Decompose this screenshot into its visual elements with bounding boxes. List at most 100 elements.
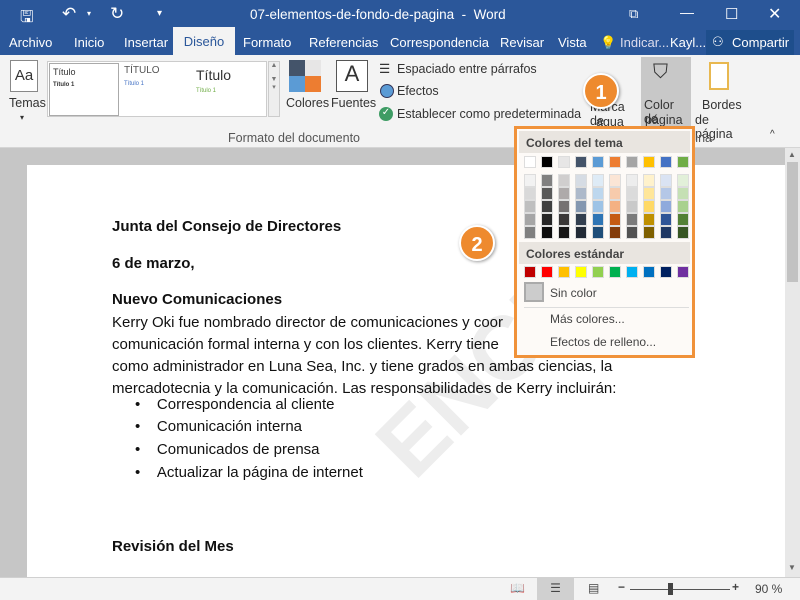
color-swatch[interactable]	[524, 200, 536, 213]
color-swatch[interactable]	[660, 226, 672, 239]
minimize-icon[interactable]: —	[680, 4, 694, 20]
zoom-level[interactable]: 90 %	[755, 582, 782, 596]
set-default-button[interactable]: Establecer como predeterminada	[397, 107, 581, 121]
close-icon[interactable]: ✕	[768, 4, 781, 24]
gallery-scroll[interactable]: ▲ ▼ ▾	[268, 61, 280, 117]
color-swatch[interactable]	[643, 187, 655, 200]
redo-icon[interactable]: ↻	[110, 4, 124, 24]
color-swatch[interactable]	[558, 156, 570, 168]
ribbon-display-icon[interactable]: ⧉	[629, 6, 638, 22]
color-swatch[interactable]	[558, 213, 570, 226]
color-swatch[interactable]	[677, 187, 689, 200]
color-swatch[interactable]	[626, 266, 638, 278]
tab-vista[interactable]: Vista	[558, 35, 587, 50]
color-swatch[interactable]	[524, 187, 536, 200]
color-swatch[interactable]	[541, 213, 553, 226]
color-swatch[interactable]	[575, 266, 587, 278]
color-swatch[interactable]	[643, 266, 655, 278]
undo-dropdown-icon[interactable]: ▾	[87, 9, 91, 18]
tab-revisar[interactable]: Revisar	[500, 35, 544, 50]
color-swatch[interactable]	[592, 187, 604, 200]
color-swatch[interactable]	[541, 187, 553, 200]
tab-formato[interactable]: Formato	[243, 35, 291, 50]
color-swatch[interactable]	[592, 156, 604, 168]
color-swatch[interactable]	[575, 187, 587, 200]
page-color-button[interactable]: ⛉ Color de página	[641, 57, 691, 127]
themes-icon[interactable]: Aa	[10, 60, 38, 92]
color-swatch[interactable]	[643, 213, 655, 226]
color-swatch[interactable]	[660, 187, 672, 200]
tab-archivo[interactable]: Archivo	[9, 35, 52, 50]
color-swatch[interactable]	[643, 156, 655, 168]
style-option-2[interactable]: TÍTULO Título 1	[124, 65, 194, 87]
scroll-down-icon[interactable]: ▼	[788, 563, 796, 572]
themes-button[interactable]: Temas	[9, 96, 46, 110]
undo-icon[interactable]: ↶	[62, 4, 76, 24]
zoom-slider[interactable]	[630, 589, 730, 590]
color-swatch[interactable]	[558, 266, 570, 278]
color-swatch[interactable]	[558, 226, 570, 239]
style-option-1[interactable]: Título Título 1	[49, 63, 119, 116]
color-swatch[interactable]	[609, 156, 621, 168]
color-swatch[interactable]	[643, 226, 655, 239]
color-swatch[interactable]	[660, 174, 672, 187]
color-swatch[interactable]	[524, 213, 536, 226]
color-swatch[interactable]	[609, 266, 621, 278]
color-swatch[interactable]	[643, 174, 655, 187]
color-swatch[interactable]	[677, 156, 689, 168]
customize-qat-icon[interactable]: ▾	[157, 8, 162, 19]
web-layout-icon[interactable]: ▤	[588, 581, 599, 595]
color-swatch[interactable]	[575, 226, 587, 239]
color-swatch[interactable]	[660, 156, 672, 168]
fonts-icon[interactable]: A	[336, 60, 368, 92]
collapse-ribbon-icon[interactable]: ^	[770, 129, 775, 140]
color-swatch[interactable]	[524, 174, 536, 187]
color-swatch[interactable]	[677, 266, 689, 278]
color-swatch[interactable]	[626, 213, 638, 226]
color-swatch[interactable]	[592, 226, 604, 239]
color-swatch[interactable]	[609, 174, 621, 187]
color-swatch[interactable]	[592, 266, 604, 278]
color-swatch[interactable]	[609, 226, 621, 239]
fill-effects-item[interactable]: Efectos de relleno...	[550, 335, 656, 349]
maximize-icon[interactable]: ☐	[725, 5, 738, 23]
tab-referencias[interactable]: Referencias	[309, 35, 378, 50]
color-swatch[interactable]	[626, 226, 638, 239]
fonts-button[interactable]: Fuentes	[331, 96, 376, 110]
vertical-scrollbar[interactable]: ▲ ▼	[785, 148, 800, 577]
paragraph-spacing-button[interactable]: Espaciado entre párrafos	[397, 62, 537, 76]
color-swatch[interactable]	[541, 226, 553, 239]
color-swatch[interactable]	[592, 174, 604, 187]
tab-correspondencia[interactable]: Correspondencia	[390, 35, 489, 50]
color-swatch[interactable]	[575, 156, 587, 168]
color-swatch[interactable]	[677, 226, 689, 239]
color-swatch[interactable]	[575, 174, 587, 187]
scroll-thumb[interactable]	[787, 162, 798, 282]
print-layout-icon[interactable]: ☰	[537, 578, 574, 600]
colors-button[interactable]: Colores	[286, 96, 329, 110]
color-swatch[interactable]	[541, 266, 553, 278]
color-swatch[interactable]	[541, 174, 553, 187]
color-swatch[interactable]	[575, 213, 587, 226]
color-swatch[interactable]	[626, 200, 638, 213]
color-swatch[interactable]	[609, 200, 621, 213]
color-swatch[interactable]	[524, 226, 536, 239]
color-swatch[interactable]	[575, 200, 587, 213]
style-option-3[interactable]: Título Título 1	[196, 67, 266, 94]
color-swatch[interactable]	[626, 187, 638, 200]
color-swatch[interactable]	[660, 266, 672, 278]
color-swatch[interactable]	[626, 156, 638, 168]
scroll-up-icon[interactable]: ▲	[788, 150, 796, 159]
color-swatch[interactable]	[609, 187, 621, 200]
zoom-out-button[interactable]: −	[618, 580, 625, 594]
color-swatch[interactable]	[558, 200, 570, 213]
color-swatch[interactable]	[541, 156, 553, 168]
color-swatch[interactable]	[592, 200, 604, 213]
save-icon[interactable]: 🖫	[20, 6, 34, 33]
color-swatch[interactable]	[626, 174, 638, 187]
color-swatch[interactable]	[558, 174, 570, 187]
themes-dropdown-icon[interactable]: ▾	[20, 113, 24, 122]
tab-inicio[interactable]: Inicio	[74, 35, 104, 50]
color-swatch[interactable]	[592, 213, 604, 226]
color-swatch[interactable]	[660, 213, 672, 226]
